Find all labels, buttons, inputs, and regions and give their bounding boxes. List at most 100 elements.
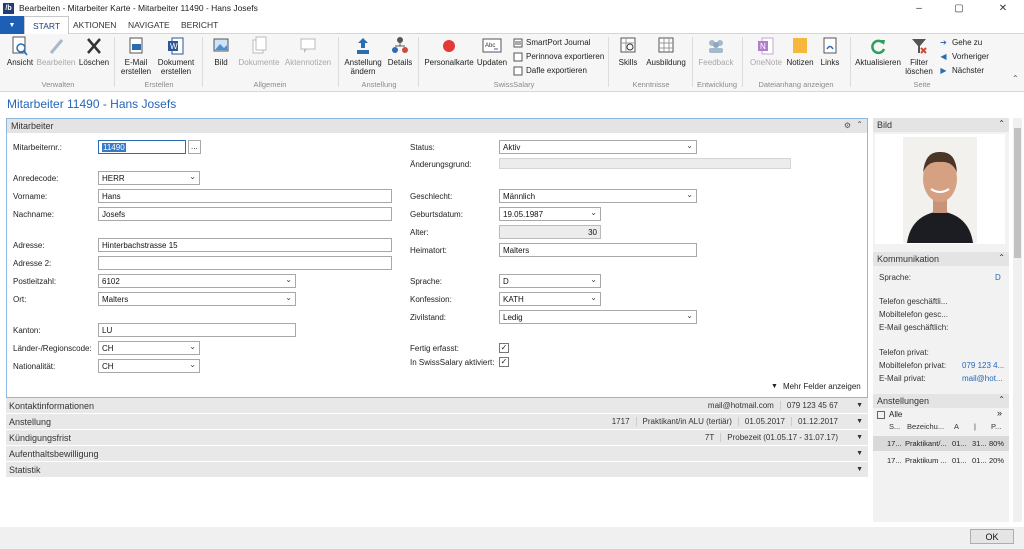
ribbon-collapse-icon[interactable]: ⌃ (1012, 74, 1019, 83)
alle-filter[interactable]: Alle (877, 410, 902, 419)
bild-header[interactable]: Bild ⌃ (873, 118, 1009, 132)
mitarbeiter-header[interactable]: Mitarbeiter ⚙ ⌃ (7, 119, 867, 133)
bottom-bar (0, 527, 1024, 549)
label-zivilstand: Zivilstand: (410, 313, 447, 322)
nachname-input[interactable]: Josefs (98, 207, 392, 221)
file-menu-button[interactable]: ▼ (0, 16, 24, 34)
chevron-down-icon: ▼ (856, 418, 863, 425)
email-erstellen-button[interactable]: E-Mail erstellen (118, 36, 154, 76)
fertig-erfasst-checkbox[interactable]: ✓ (499, 343, 509, 353)
ort-select[interactable]: Malters ⌄ (98, 292, 296, 306)
onenote-button[interactable]: N OneNote (748, 36, 784, 67)
email-privat-value[interactable]: mail@hot... (962, 374, 1003, 383)
fasttab-kontaktinformationen[interactable]: Kontaktinformationen mail@hotmail.com 079… (6, 398, 868, 413)
dokumente-button[interactable]: Dokumente (236, 36, 282, 67)
collapse-up-icon[interactable]: ⌃ (998, 253, 1005, 262)
smartport-journal-button[interactable]: SmartPort Journal (512, 37, 590, 48)
expand-button[interactable]: » (997, 408, 1002, 418)
col-bezeichnung[interactable]: Bezeichu... (907, 422, 944, 431)
vertical-scrollbar[interactable] (1013, 118, 1022, 522)
collapse-up-icon[interactable]: ⌃ (998, 119, 1005, 128)
scrollbar-thumb[interactable] (1014, 128, 1021, 258)
ausbildung-button[interactable]: Ausbildung (644, 36, 688, 67)
adresse2-input[interactable] (98, 256, 392, 270)
aktualisieren-button[interactable]: Aktualisieren (854, 36, 902, 67)
vorname-input[interactable]: Hans (98, 189, 392, 203)
gehe-zu-button[interactable]: ➔ Gehe zu (938, 37, 982, 48)
vorheriger-button[interactable]: ◀ Vorheriger (938, 51, 989, 62)
filter-loeschen-button[interactable]: Filter löschen (904, 36, 934, 76)
table-row[interactable]: 17... Praktikum ... 01... 01... 20% (873, 453, 1009, 468)
label-adresse: Adresse: (13, 241, 45, 250)
zivilstand-select[interactable]: Ledig ⌄ (499, 310, 697, 324)
anstellung-aendern-button[interactable]: Anstellung ändern (342, 36, 384, 76)
dokument-erstellen-button[interactable]: W Dokument erstellen (156, 36, 196, 76)
geburtsdatum-input[interactable]: 19.05.1987 ⌄ (499, 207, 601, 221)
minimize-button[interactable]: – (904, 0, 934, 16)
tab-bericht[interactable]: BERICHT (181, 16, 218, 34)
export-icon (512, 51, 523, 62)
fasttab-anstellung[interactable]: Anstellung 1717 Praktikant/in ALU (tertiä… (6, 414, 868, 429)
tab-start[interactable]: START (24, 16, 70, 35)
chevron-down-icon: ▼ (856, 466, 863, 473)
links-button[interactable]: Links (818, 36, 842, 67)
col-d[interactable]: | (974, 422, 976, 431)
close-button[interactable]: ✕ (988, 0, 1018, 16)
feedback-button[interactable]: Feedback (696, 36, 736, 67)
k-sprache-value[interactable]: D (995, 273, 1001, 282)
skills-button[interactable]: Skills (614, 36, 642, 67)
group-anstellung: Anstellung (361, 80, 397, 89)
collapse-up-icon[interactable]: ⌃ (856, 120, 863, 129)
table-row[interactable]: 17... Praktikant/... 01... 31... 80% (873, 436, 1009, 451)
details-button[interactable]: Details (386, 36, 414, 67)
personalkarte-button[interactable]: Personalkarte (424, 36, 474, 67)
bearbeiten-button[interactable]: Bearbeiten (36, 36, 76, 67)
mobil-privat-value[interactable]: 079 123 4... (962, 361, 1004, 370)
geschlecht-select[interactable]: Männlich ⌄ (499, 189, 697, 203)
journal-icon (512, 37, 523, 48)
col-s[interactable]: S... (889, 422, 900, 431)
ansicht-button[interactable]: Ansicht (6, 36, 34, 67)
page-title: Mitarbeiter 11490 - Hans Josefs (7, 97, 177, 111)
more-fields-link[interactable]: ▼ Mehr Felder anzeigen (771, 382, 861, 391)
maximize-button[interactable]: ▢ (944, 0, 974, 16)
mitarbeiternr-input[interactable]: 11490 (98, 140, 186, 154)
chevron-down-icon: ⌄ (686, 311, 693, 320)
kanton-input[interactable]: LU (98, 323, 296, 337)
collapse-up-icon[interactable]: ⌃ (998, 395, 1005, 404)
ok-button[interactable]: OK (970, 529, 1014, 544)
postleitzahl-select[interactable]: 6102 ⌄ (98, 274, 296, 288)
nationalitaet-select[interactable]: CH ⌄ (98, 359, 200, 373)
anstellungen-header[interactable]: Anstellungen ⌃ (873, 394, 1009, 408)
adresse-input[interactable]: Hinterbachstrasse 15 (98, 238, 392, 252)
fasttab-aufenthaltsbewilligung[interactable]: Aufenthaltsbewilligung ▼ (6, 446, 868, 461)
laendercode-select[interactable]: CH ⌄ (98, 341, 200, 355)
sprache-select[interactable]: D ⌄ (499, 274, 601, 288)
loeschen-button[interactable]: Löschen (78, 36, 110, 67)
perinnova-export-button[interactable]: Perinnova exportieren (512, 51, 604, 62)
export-icon (512, 65, 523, 76)
lookup-button[interactable]: ... (188, 140, 201, 154)
bild-button[interactable]: Bild (208, 36, 234, 67)
notizen-button[interactable]: Notizen (786, 36, 814, 67)
konfession-select[interactable]: KATH ⌄ (499, 292, 601, 306)
window-title: Bearbeiten - Mitarbeiter Karte - Mitarbe… (19, 3, 258, 13)
status-select[interactable]: Aktiv ⌄ (499, 140, 697, 154)
tab-aktionen[interactable]: AKTIONEN (73, 16, 116, 34)
dafle-export-button[interactable]: Dafle exportieren (512, 65, 587, 76)
label-nationalitaet: Nationalität: (13, 362, 56, 371)
aktennotizen-button[interactable]: Aktennotizen (284, 36, 332, 67)
fasttab-statistik[interactable]: Statistik ▼ (6, 462, 868, 477)
updaten-button[interactable]: Abc Updaten (476, 36, 508, 67)
col-a[interactable]: A (954, 422, 959, 431)
anredecode-select[interactable]: HERR ⌄ (98, 171, 200, 185)
fasttab-kuendigungsfrist[interactable]: Kündigungsfrist 7T Probezeit (01.05.17 - … (6, 430, 868, 445)
swisssalary-aktiviert-checkbox[interactable]: ✓ (499, 357, 509, 367)
settings-icon[interactable]: ⚙ (844, 121, 851, 130)
kommunikation-header[interactable]: Kommunikation ⌃ (873, 252, 1009, 266)
heimatort-input[interactable]: Malters (499, 243, 697, 257)
naechster-button[interactable]: ▶ Nächster (938, 65, 984, 76)
tab-navigate[interactable]: NAVIGATE (128, 16, 170, 34)
col-p[interactable]: P... (991, 422, 1001, 431)
people-icon (705, 36, 727, 56)
